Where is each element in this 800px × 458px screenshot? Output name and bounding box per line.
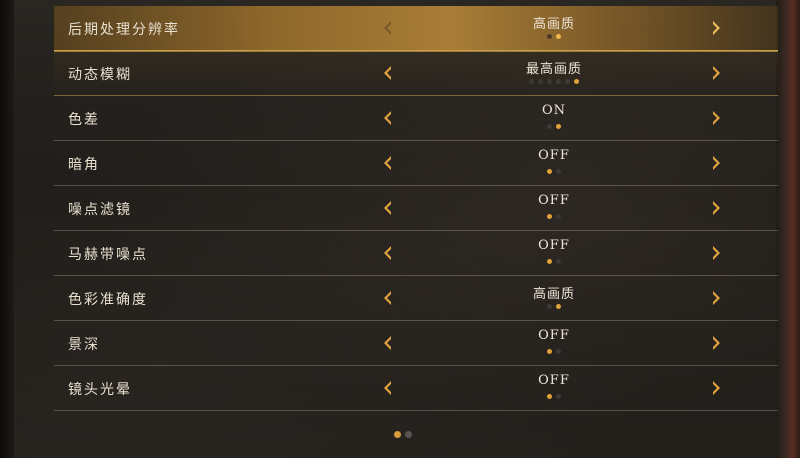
setting-row-post-process-resolution[interactable]: 后期处理分辨率 高画质: [54, 6, 778, 52]
chevron-left-icon[interactable]: [378, 243, 398, 263]
chevron-left-icon[interactable]: [378, 198, 398, 218]
chevron-right-icon[interactable]: [706, 333, 726, 353]
option-dot: [547, 124, 552, 129]
option-dots: [404, 304, 704, 309]
setting-value: OFF: [538, 328, 570, 343]
setting-value: 高画质: [532, 287, 575, 302]
setting-label: 马赫带噪点: [68, 247, 148, 263]
chevron-right-icon[interactable]: [706, 198, 726, 218]
option-dot: [574, 79, 579, 84]
option-dots: [404, 169, 704, 174]
option-dot: [556, 124, 561, 129]
option-dot: [547, 34, 552, 39]
setting-row-color-accuracy[interactable]: 色彩准确度 高画质: [54, 276, 778, 321]
page-dot[interactable]: [394, 431, 401, 438]
setting-value: 高画质: [532, 17, 575, 32]
setting-value: OFF: [538, 373, 570, 388]
setting-row-vignette[interactable]: 暗角 OFF: [54, 141, 778, 186]
settings-panel: 后期处理分辨率 高画质 动态模糊 最高画质 色差 ON 暗角 OFF 噪点滤镜 …: [54, 0, 778, 458]
setting-label: 色差: [68, 112, 100, 128]
chevron-left-icon[interactable]: [378, 63, 398, 83]
option-dots: [404, 259, 704, 264]
option-dot: [556, 214, 561, 219]
chevron-right-icon[interactable]: [706, 288, 726, 308]
pagination-dots: [392, 431, 414, 438]
option-dot: [556, 34, 561, 39]
setting-value: 最高画质: [525, 62, 582, 77]
setting-value: ON: [541, 103, 567, 118]
setting-row-lens-flare[interactable]: 镜头光晕 OFF: [54, 366, 778, 411]
option-dot: [547, 304, 552, 309]
option-dot: [547, 349, 552, 354]
chevron-left-icon[interactable]: [378, 108, 398, 128]
chevron-right-icon[interactable]: [706, 18, 726, 38]
option-dots: [404, 124, 704, 129]
chevron-right-icon[interactable]: [706, 243, 726, 263]
chevron-left-icon[interactable]: [378, 378, 398, 398]
option-dots: [404, 394, 704, 399]
setting-label: 噪点滤镜: [68, 202, 132, 218]
option-dot: [547, 259, 552, 264]
chevron-left-icon[interactable]: [378, 153, 398, 173]
setting-row-motion-blur[interactable]: 动态模糊 最高画质: [54, 51, 778, 96]
option-dot: [547, 169, 552, 174]
option-dot: [556, 304, 561, 309]
option-dots: [404, 214, 704, 219]
chevron-left-icon[interactable]: [378, 288, 398, 308]
page-dot[interactable]: [405, 431, 412, 438]
option-dots: [404, 349, 704, 354]
chevron-left-icon[interactable]: [378, 18, 398, 38]
setting-label: 暗角: [68, 157, 100, 173]
setting-label: 色彩准确度: [68, 292, 148, 308]
setting-row-chromatic-aberration[interactable]: 色差 ON: [54, 96, 778, 141]
chevron-right-icon[interactable]: [706, 153, 726, 173]
chevron-left-icon[interactable]: [378, 333, 398, 353]
setting-row-film-grain[interactable]: 噪点滤镜 OFF: [54, 186, 778, 231]
setting-value: OFF: [538, 193, 570, 208]
option-dot: [556, 394, 561, 399]
option-dots: [404, 79, 704, 84]
option-dot: [565, 79, 570, 84]
option-dot: [547, 394, 552, 399]
setting-value: OFF: [538, 238, 570, 253]
option-dot: [556, 349, 561, 354]
option-dot: [556, 169, 561, 174]
option-dot: [556, 259, 561, 264]
right-edge-decoration: [776, 0, 800, 458]
option-dot: [538, 79, 543, 84]
option-dot: [529, 79, 534, 84]
left-edge-decoration: [0, 0, 14, 458]
setting-row-depth-of-field[interactable]: 景深 OFF: [54, 321, 778, 366]
option-dot: [547, 214, 552, 219]
setting-row-mach-band-noise[interactable]: 马赫带噪点 OFF: [54, 231, 778, 276]
setting-label: 动态模糊: [68, 67, 132, 83]
setting-value: OFF: [538, 148, 570, 163]
chevron-right-icon[interactable]: [706, 378, 726, 398]
option-dot: [556, 79, 561, 84]
chevron-right-icon[interactable]: [706, 63, 726, 83]
option-dots: [404, 34, 704, 39]
chevron-right-icon[interactable]: [706, 108, 726, 128]
option-dot: [547, 79, 552, 84]
setting-label: 后期处理分辨率: [68, 22, 180, 38]
setting-label: 景深: [68, 337, 100, 353]
setting-label: 镜头光晕: [68, 382, 132, 398]
